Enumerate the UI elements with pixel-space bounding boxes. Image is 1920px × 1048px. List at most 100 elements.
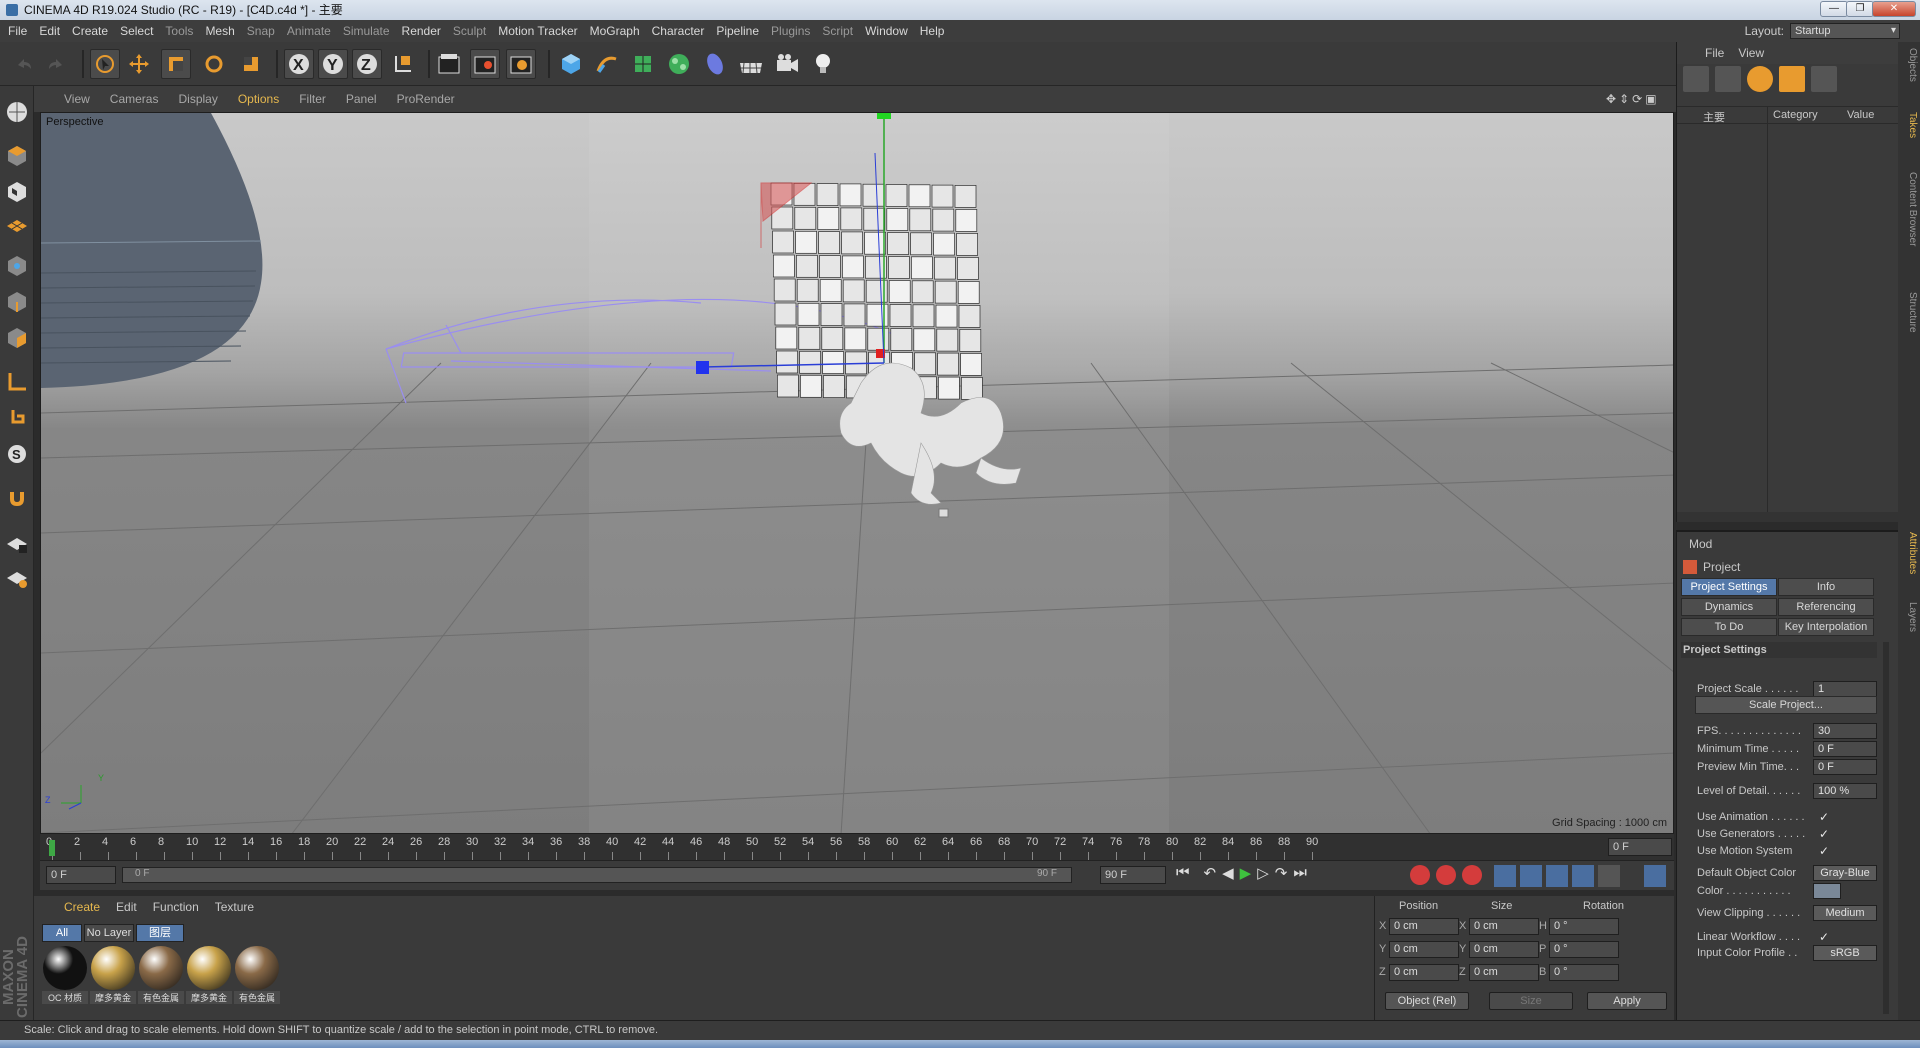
layout-dropdown[interactable]: Startup bbox=[1790, 23, 1900, 39]
redo-icon[interactable] bbox=[42, 49, 72, 79]
render-to-picture-viewer-icon[interactable] bbox=[470, 49, 500, 79]
take-main-label[interactable]: 主要 bbox=[1703, 109, 1725, 125]
coord-size-field[interactable]: 0 cm bbox=[1469, 964, 1539, 981]
axis-mode-icon[interactable] bbox=[3, 368, 31, 396]
property-checkbox[interactable]: ✓ bbox=[1819, 808, 1829, 826]
coordinate-mode-dropdown[interactable]: Object (Rel) bbox=[1385, 992, 1469, 1010]
render-settings-icon[interactable] bbox=[506, 49, 536, 79]
tab-referencing[interactable]: Referencing bbox=[1778, 598, 1874, 616]
viewport-menu-view[interactable]: View bbox=[64, 92, 90, 106]
object-tool-5-icon[interactable] bbox=[1811, 66, 1837, 92]
snapping-icon[interactable]: S bbox=[3, 440, 31, 468]
material-swatch[interactable]: 有色金属 bbox=[234, 946, 280, 1006]
start-frame-field[interactable]: 0 F bbox=[46, 866, 116, 884]
select-arrow-icon[interactable] bbox=[90, 49, 120, 79]
record-pla-icon[interactable] bbox=[1598, 865, 1620, 887]
coord-size-field[interactable]: 0 cm bbox=[1469, 918, 1539, 935]
material-swatch[interactable]: 有色金属 bbox=[138, 946, 184, 1006]
property-value[interactable]: Gray-Blue bbox=[1813, 865, 1877, 881]
z-axis-lock-icon[interactable]: Z bbox=[352, 49, 382, 79]
tab-dynamics[interactable]: Dynamics bbox=[1681, 598, 1777, 616]
autokeying-icon[interactable] bbox=[1436, 865, 1456, 885]
menu-snap[interactable]: Snap bbox=[243, 20, 283, 42]
planar-workplane-icon[interactable] bbox=[3, 564, 31, 592]
menu-pipeline[interactable]: Pipeline bbox=[712, 20, 767, 42]
property-value[interactable] bbox=[1813, 883, 1841, 899]
points-mode-icon[interactable] bbox=[3, 252, 31, 280]
side-tab-layers[interactable]: Layers bbox=[1900, 602, 1918, 632]
menu-edit[interactable]: Edit bbox=[35, 20, 68, 42]
attributes-scrollbar[interactable] bbox=[1883, 642, 1889, 1014]
magnet-icon[interactable] bbox=[3, 484, 31, 512]
filter-all[interactable]: All bbox=[42, 924, 82, 942]
menu-animate[interactable]: Animate bbox=[283, 20, 339, 42]
menu-simulate[interactable]: Simulate bbox=[339, 20, 398, 42]
undo-icon[interactable] bbox=[8, 49, 38, 79]
coord-pos-field[interactable]: 0 cm bbox=[1389, 964, 1459, 981]
attributes-mode-menu[interactable]: Mod bbox=[1689, 537, 1712, 551]
material-swatch[interactable]: 摩多黄金 bbox=[90, 946, 136, 1006]
current-frame-field[interactable]: 0 F bbox=[1608, 838, 1672, 856]
objects-scrollbar[interactable] bbox=[1677, 512, 1899, 522]
minimize-button[interactable]: — bbox=[1820, 1, 1848, 17]
material-swatch[interactable]: OC 材质 bbox=[42, 946, 88, 1006]
size-mode-dropdown[interactable]: Size bbox=[1489, 992, 1573, 1010]
maximize-button[interactable]: ❐ bbox=[1846, 1, 1874, 17]
side-tab-structure[interactable]: Structure bbox=[1900, 292, 1918, 333]
maximize-view-icon[interactable]: ▣ bbox=[1645, 92, 1656, 106]
x-axis-lock-icon[interactable]: X bbox=[284, 49, 314, 79]
viewport-menu-options[interactable]: Options bbox=[238, 92, 279, 106]
subdivision-surface-icon[interactable] bbox=[628, 49, 658, 79]
tweak-mode-icon[interactable] bbox=[3, 404, 31, 432]
previous-frame-icon[interactable]: ◀ bbox=[1222, 864, 1234, 882]
object-tool-3-icon[interactable] bbox=[1747, 66, 1773, 92]
object-tool-2-icon[interactable] bbox=[1715, 66, 1741, 92]
pen-spline-icon[interactable] bbox=[592, 49, 622, 79]
material-menu-texture[interactable]: Texture bbox=[215, 900, 254, 914]
menu-render[interactable]: Render bbox=[398, 20, 449, 42]
material-swatch[interactable]: 摩多黄金 bbox=[186, 946, 232, 1006]
scale-project-button[interactable]: Scale Project... bbox=[1695, 696, 1877, 714]
objects-menu-view[interactable]: View bbox=[1738, 46, 1764, 60]
end-frame-field[interactable]: 90 F bbox=[1100, 866, 1166, 884]
deformer-icon[interactable] bbox=[700, 49, 730, 79]
move-icon[interactable] bbox=[124, 49, 154, 79]
menu-character[interactable]: Character bbox=[648, 20, 713, 42]
property-value[interactable]: 30 bbox=[1813, 723, 1877, 739]
object-tool-1-icon[interactable] bbox=[1683, 66, 1709, 92]
material-menu-edit[interactable]: Edit bbox=[116, 900, 137, 914]
objects-menu-file[interactable]: File bbox=[1705, 46, 1724, 60]
property-checkbox[interactable]: ✓ bbox=[1819, 825, 1829, 843]
menu-help[interactable]: Help bbox=[916, 20, 953, 42]
dolly-icon[interactable]: ⇕ bbox=[1619, 92, 1629, 106]
viewport-menu-display[interactable]: Display bbox=[178, 92, 217, 106]
light-icon[interactable] bbox=[808, 49, 838, 79]
coord-rot-field[interactable]: 0 ° bbox=[1549, 918, 1619, 935]
record-rotation-icon[interactable] bbox=[1546, 865, 1568, 887]
timeline-window-icon[interactable] bbox=[1644, 865, 1666, 887]
apply-button[interactable]: Apply bbox=[1587, 992, 1667, 1010]
close-button[interactable]: ✕ bbox=[1872, 1, 1916, 17]
menu-mesh[interactable]: Mesh bbox=[201, 20, 242, 42]
render-view-icon[interactable] bbox=[434, 49, 464, 79]
make-editable-icon[interactable] bbox=[3, 98, 31, 126]
orbit-icon[interactable]: ⟳ bbox=[1632, 92, 1642, 106]
y-axis-lock-icon[interactable]: Y bbox=[318, 49, 348, 79]
coord-size-field[interactable]: 0 cm bbox=[1469, 941, 1539, 958]
workplane-icon[interactable] bbox=[3, 212, 31, 240]
property-value[interactable]: 1 bbox=[1813, 681, 1877, 697]
viewport-menu-panel[interactable]: Panel bbox=[346, 92, 377, 106]
tab-to-do[interactable]: To Do bbox=[1681, 618, 1777, 636]
polygons-mode-icon[interactable] bbox=[3, 324, 31, 352]
record-parameter-icon[interactable] bbox=[1572, 865, 1594, 887]
cloner-icon[interactable] bbox=[664, 49, 694, 79]
viewport-menu-filter[interactable]: Filter bbox=[299, 92, 326, 106]
menu-select[interactable]: Select bbox=[116, 20, 161, 42]
coordinate-system-icon[interactable] bbox=[388, 49, 418, 79]
coord-rot-field[interactable]: 0 ° bbox=[1549, 941, 1619, 958]
edges-mode-icon[interactable] bbox=[3, 288, 31, 316]
scale-icon[interactable] bbox=[161, 49, 191, 79]
property-value[interactable]: 0 F bbox=[1813, 741, 1877, 757]
cube-object-icon[interactable] bbox=[556, 49, 586, 79]
side-tab-content-browser[interactable]: Content Browser bbox=[1900, 172, 1918, 246]
